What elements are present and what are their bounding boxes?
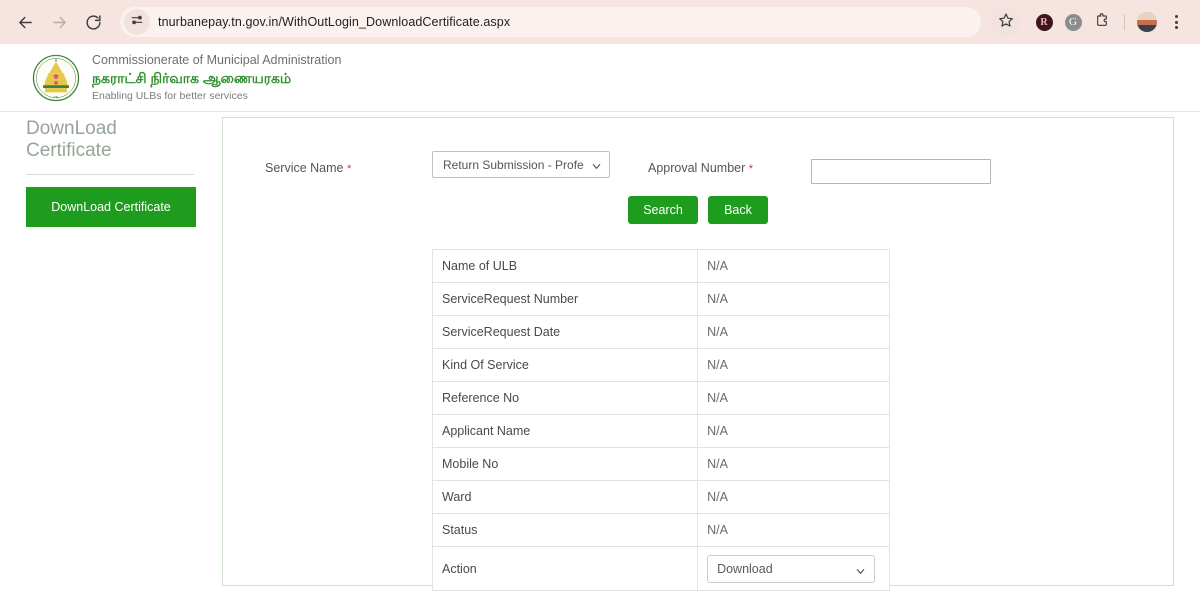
bookmark-button[interactable] [991, 7, 1021, 37]
row-key: Name of ULB [431, 249, 699, 283]
row-value-action: Download [697, 546, 890, 591]
table-row: Reference No N/A [431, 381, 890, 415]
table-row: Applicant Name N/A [431, 414, 890, 448]
extension-r-button[interactable]: R [1030, 8, 1058, 36]
extensions-button[interactable] [1088, 8, 1116, 36]
table-body: Name of ULB N/A ServiceRequest Number N/… [431, 249, 890, 591]
form-actions: Search Back [223, 196, 1173, 224]
row-value: N/A [697, 348, 890, 382]
address-bar[interactable]: tnurbanepay.tn.gov.in/WithOutLogin_Downl… [120, 7, 981, 37]
row-value: N/A [697, 414, 890, 448]
row-value: N/A [697, 513, 890, 547]
star-icon [998, 12, 1014, 33]
profile-avatar [1137, 12, 1157, 32]
row-value: N/A [697, 480, 890, 514]
row-value: N/A [697, 381, 890, 415]
required-marker: * [346, 163, 352, 175]
table-row: ServiceRequest Date N/A [431, 315, 890, 349]
row-key: ServiceRequest Number [431, 282, 699, 316]
table-row: Mobile No N/A [431, 447, 890, 481]
three-dot-menu-icon [1174, 15, 1178, 29]
service-name-select[interactable]: Return Submission - Profe [432, 151, 610, 178]
profile-button[interactable] [1133, 8, 1161, 36]
sidebar: DownLoad Certificate DownLoad Certificat… [0, 118, 212, 227]
table-row: Status N/A [431, 513, 890, 547]
toolbar-divider [1124, 14, 1125, 30]
browser-toolbar: tnurbanepay.tn.gov.in/WithOutLogin_Downl… [0, 0, 1200, 44]
row-key: Applicant Name [431, 414, 699, 448]
org-tagline: Enabling ULBs for better services [92, 89, 248, 102]
required-marker: * [748, 163, 754, 175]
row-value: N/A [697, 282, 890, 316]
row-value: N/A [697, 249, 890, 283]
certificate-details-table: Name of ULB N/A ServiceRequest Number N/… [431, 249, 890, 591]
svg-text:TN: TN [54, 95, 59, 99]
row-value: N/A [697, 315, 890, 349]
row-key: Reference No [431, 381, 699, 415]
row-key: ServiceRequest Date [431, 315, 699, 349]
service-name-label: Service Name * [265, 161, 352, 175]
content-panel: Service Name * Return Submission - Profe… [222, 117, 1174, 591]
forward-button[interactable] [44, 7, 74, 37]
browser-menu-button[interactable] [1162, 8, 1190, 36]
row-key: Mobile No [431, 447, 699, 481]
reload-icon [85, 14, 102, 31]
site-settings-button[interactable] [124, 9, 150, 35]
row-key-action: Action [431, 546, 699, 591]
org-name-english: Commissionerate of Municipal Administrat… [92, 52, 342, 67]
org-name-tamil: நகராட்சி நிர்வாக ஆணையரகம் [92, 69, 292, 86]
row-key: Kind Of Service [431, 348, 699, 382]
table-row: Ward N/A [431, 480, 890, 514]
back-button[interactable] [10, 7, 40, 37]
row-key: Status [431, 513, 699, 547]
search-button[interactable]: Search [628, 196, 698, 224]
forward-arrow-icon [51, 14, 68, 31]
url-text: tnurbanepay.tn.gov.in/WithOutLogin_Downl… [158, 15, 511, 29]
grammarly-icon: G [1064, 13, 1082, 31]
extension-r-icon: R [1035, 13, 1053, 31]
reload-button[interactable] [78, 7, 108, 37]
table-row: ServiceRequest Number N/A [431, 282, 890, 316]
puzzle-piece-icon [1094, 12, 1110, 33]
site-header: TN Commissionerate of Municipal Administ… [0, 44, 1200, 112]
back-arrow-icon [17, 14, 34, 31]
action-download-select[interactable]: Download [707, 554, 876, 583]
back-button-form[interactable]: Back [708, 196, 768, 224]
toolbar-actions: R G [991, 7, 1190, 37]
table-row: Kind Of Service N/A [431, 348, 890, 382]
table-row-action: Action Download [431, 546, 890, 591]
approval-number-input[interactable] [811, 159, 991, 184]
action-select-wrapper: Download [707, 554, 876, 583]
table-row: Name of ULB N/A [431, 249, 890, 283]
page-title: DownLoad Certificate [26, 118, 117, 161]
tune-sliders-icon [130, 13, 144, 32]
extension-grammarly-button[interactable]: G [1059, 8, 1087, 36]
row-value: N/A [697, 447, 890, 481]
sidebar-divider [26, 174, 194, 175]
approval-number-label: Approval Number * [648, 161, 754, 175]
row-key: Ward [431, 480, 699, 514]
search-form: Service Name * Return Submission - Profe… [223, 137, 1173, 184]
tamil-nadu-state-emblem-icon: TN [32, 54, 80, 102]
header-text-block: Commissionerate of Municipal Administrat… [92, 52, 341, 104]
sidebar-item-download-certificate[interactable]: DownLoad Certificate [26, 187, 196, 227]
